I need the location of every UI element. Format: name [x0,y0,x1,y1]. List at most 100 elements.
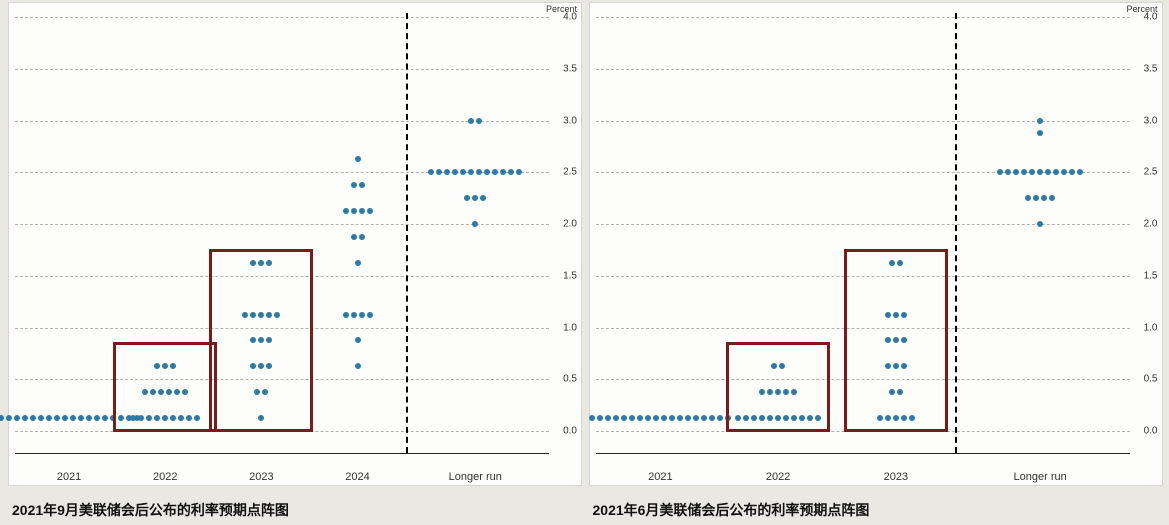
y-tick-label: 2.0 [563,219,577,230]
x-axis-rule [596,453,1130,454]
dot [1025,195,1031,201]
highlight-box [113,342,217,432]
dot [102,415,108,421]
dot [14,415,20,421]
dot [629,415,635,421]
x-axis-rule [15,453,549,454]
dot [0,415,4,421]
dot-plot-left: Percent0.00.51.01.52.02.53.03.54.0202120… [8,2,582,486]
y-tick-label: 3.0 [1144,115,1158,126]
dot [468,169,474,175]
dot [653,415,659,421]
dot [351,182,357,188]
dot [1021,169,1027,175]
y-tick-label: 3.5 [1144,63,1158,74]
dot [86,415,92,421]
dot [1037,169,1043,175]
dot [351,208,357,214]
dot [516,169,522,175]
x-tick-label: 2023 [884,471,908,483]
dot [685,415,691,421]
dot [508,169,514,175]
x-tick-label: 2022 [766,471,790,483]
y-tick-label: 4.0 [563,12,577,23]
dot [359,312,365,318]
x-tick-label: Longer run [1014,471,1067,483]
y-tick-label: 1.0 [1144,322,1158,333]
dot [355,363,361,369]
dot [46,415,52,421]
dot [444,169,450,175]
dot [22,415,28,421]
dot [351,234,357,240]
dot [693,415,699,421]
dot [476,118,482,124]
y-tick-label: 3.0 [563,115,577,126]
x-tick-label: Longer run [449,471,502,483]
dot [1029,169,1035,175]
x-tick-label: 2024 [345,471,369,483]
dot [1037,118,1043,124]
dot [1077,169,1083,175]
dot [589,415,595,421]
dot [343,312,349,318]
x-tick-label: 2021 [648,471,672,483]
dot [464,195,470,201]
dot [428,169,434,175]
caption-right: 2021年6月美联储会后公布的利率预期点阵图 [589,500,1162,520]
dot [436,169,442,175]
dot [661,415,667,421]
dot [500,169,506,175]
y-tick-label: 2.5 [1144,167,1158,178]
dot [597,415,603,421]
dot [367,312,373,318]
dot [1005,169,1011,175]
y-tick-label: 0.5 [1144,374,1158,385]
dot [94,415,100,421]
dot [355,260,361,266]
y-tick-label: 1.5 [563,270,577,281]
dot [38,415,44,421]
dot [468,118,474,124]
dot-plot-right: Percent0.00.51.01.52.02.53.03.54.0202120… [589,2,1163,486]
dot [1069,169,1075,175]
dot [717,415,723,421]
dot [1061,169,1067,175]
dot [452,169,458,175]
longer-run-separator [406,13,408,453]
y-tick-label: 1.5 [1144,270,1158,281]
dot [637,415,643,421]
y-tick-label: 2.5 [563,167,577,178]
dot [1045,169,1051,175]
highlight-box [844,249,948,432]
y-tick-label: 0.0 [563,426,577,437]
dot [359,234,365,240]
highlight-box [209,249,313,432]
caption-left: 2021年9月美联储会后公布的利率预期点阵图 [8,500,581,520]
dot [1049,195,1055,201]
x-tick-label: 2022 [153,471,177,483]
y-tick-label: 3.5 [563,63,577,74]
dot [359,208,365,214]
x-tick-label: 2021 [57,471,81,483]
dot [621,415,627,421]
dot [677,415,683,421]
dot [997,169,1003,175]
dot [701,415,707,421]
dot [70,415,76,421]
dot [472,221,478,227]
dot [613,415,619,421]
dot [669,415,675,421]
dot [1053,169,1059,175]
dot [343,208,349,214]
highlight-box [726,342,830,432]
dot [1037,221,1043,227]
dot [355,337,361,343]
y-tick-label: 2.0 [1144,219,1158,230]
dot [709,415,715,421]
dot [1033,195,1039,201]
dot [476,169,482,175]
dot [1041,195,1047,201]
y-tick-label: 0.0 [1144,426,1158,437]
dot [78,415,84,421]
